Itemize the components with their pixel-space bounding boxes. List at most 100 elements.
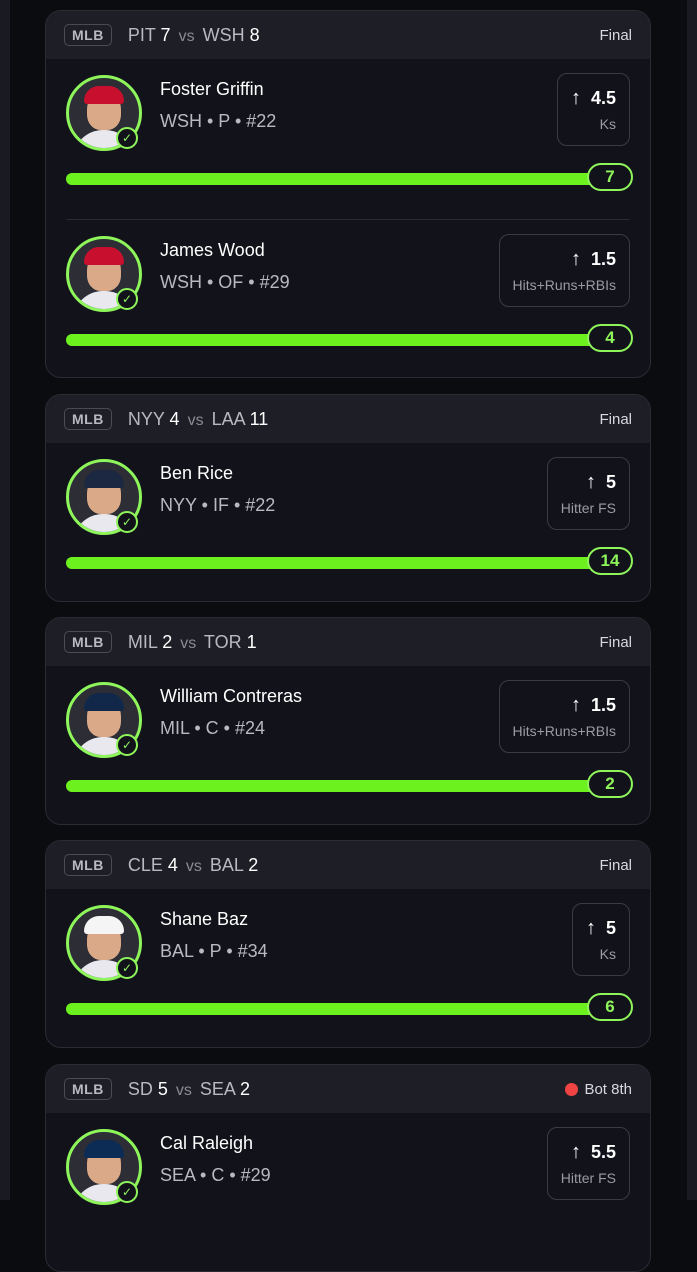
player-meta: NYY • IF • #22	[160, 495, 276, 515]
right-edge-strip	[687, 0, 697, 1200]
matchup: SD 5 vs SEA 2	[128, 1079, 250, 1100]
vs-label: vs	[178, 27, 195, 45]
away-team: NYY	[127, 408, 165, 429]
player-prop-row[interactable]: ✓ William Contreras MIL • C • #24 ↑ 1.5 …	[46, 666, 650, 824]
home-team: WSH	[202, 24, 245, 45]
game-header: MLB CLE 4 vs BAL 2 Final	[46, 841, 650, 889]
avatar-cap-shape	[84, 916, 124, 934]
matchup: CLE 4 vs BAL 2	[128, 855, 258, 876]
away-team: MIL	[127, 631, 158, 652]
progress-track	[66, 334, 630, 346]
prop-stat-type: Hits+Runs+RBIs	[512, 277, 616, 293]
checkmark-icon: ✓	[116, 127, 138, 149]
game-status: Bot 8th	[565, 1081, 632, 1098]
player-meta: BAL • P • #34	[160, 941, 268, 961]
player-prop-row[interactable]: ✓ Shane Baz BAL • P • #34 ↑ 5 Ks 6	[46, 889, 650, 1047]
player-prop-row[interactable]: ✓ Foster Griffin WSH • P • #22 ↑ 4.5 Ks …	[46, 59, 650, 219]
away-team: SD	[127, 1078, 153, 1099]
vs-label: vs	[180, 634, 197, 652]
progress-fill	[66, 334, 630, 346]
game-card[interactable]: MLB SD 5 vs SEA 2 Bot 8th ✓ Cal Raleigh	[45, 1064, 651, 1272]
game-header: MLB NYY 4 vs LAA 11 Final	[46, 395, 650, 443]
game-card[interactable]: MLB PIT 7 vs WSH 8 Final ✓ Foster Griffi…	[45, 10, 651, 378]
game-header: MLB SD 5 vs SEA 2 Bot 8th	[46, 1065, 650, 1113]
progress-fill	[66, 173, 630, 185]
vs-label: vs	[185, 857, 202, 875]
player-list: ✓ Cal Raleigh SEA • C • #29 ↑ 5.5 Hitter…	[46, 1113, 650, 1271]
game-status-text: Final	[599, 26, 632, 44]
prop-line-box: ↑ 5.5 Hitter FS	[546, 1127, 630, 1200]
prop-line-value: 5	[605, 918, 616, 938]
player-meta: SEA • C • #29	[160, 1165, 271, 1185]
home-team: BAL	[209, 854, 244, 875]
prop-stat-type: Hits+Runs+RBIs	[512, 723, 616, 739]
prop-line-value: 5.5	[590, 1142, 616, 1162]
player-name: Shane Baz	[160, 909, 249, 929]
game-card[interactable]: MLB CLE 4 vs BAL 2 Final ✓ Shane Baz BAL…	[45, 840, 651, 1048]
left-edge-strip	[0, 0, 10, 1200]
arrow-up-icon: ↑	[570, 1141, 581, 1163]
player-name: Ben Rice	[160, 463, 234, 483]
prop-line-box: ↑ 1.5 Hits+Runs+RBIs	[498, 680, 630, 753]
game-header: MLB PIT 7 vs WSH 8 Final	[46, 11, 650, 59]
game-card[interactable]: MLB MIL 2 vs TOR 1 Final ✓ William Contr…	[45, 617, 651, 825]
game-header: MLB MIL 2 vs TOR 1 Final	[46, 618, 650, 666]
result-value-pill: 6	[587, 993, 633, 1021]
game-status-text: Final	[599, 410, 632, 428]
prop-line-box: ↑ 4.5 Ks	[556, 73, 630, 146]
player-meta: MIL • C • #24	[160, 718, 265, 738]
matchup: MIL 2 vs TOR 1	[128, 632, 257, 653]
league-badge: MLB	[64, 1078, 112, 1100]
away-score: 4	[169, 408, 180, 429]
prop-line-value: 4.5	[590, 88, 616, 108]
away-score: 2	[162, 631, 173, 652]
home-score: 8	[249, 24, 260, 45]
checkmark-icon: ✓	[116, 288, 138, 310]
progress-track	[66, 173, 630, 185]
league-badge: MLB	[64, 24, 112, 46]
player-list: ✓ Shane Baz BAL • P • #34 ↑ 5 Ks 6	[46, 889, 650, 1047]
player-list: ✓ Foster Griffin WSH • P • #22 ↑ 4.5 Ks …	[46, 59, 650, 377]
game-status: Final	[599, 634, 632, 651]
checkmark-icon: ✓	[116, 511, 138, 533]
live-indicator-icon	[565, 1082, 579, 1096]
game-status: Final	[599, 27, 632, 44]
away-score: 4	[167, 854, 178, 875]
checkmark-icon: ✓	[116, 734, 138, 756]
prop-line-value: 1.5	[590, 249, 616, 269]
game-status: Final	[599, 411, 632, 428]
progress-track	[66, 557, 630, 569]
avatar-cap-shape	[84, 1140, 124, 1158]
vs-label: vs	[175, 1081, 192, 1099]
progress-track	[66, 1003, 630, 1015]
prop-line-box: ↑ 1.5 Hits+Runs+RBIs	[498, 234, 630, 307]
progress-fill	[66, 557, 630, 569]
player-name: Foster Griffin	[160, 79, 264, 99]
player-meta: WSH • P • #22	[160, 111, 277, 131]
result-value-pill: 2	[587, 770, 633, 798]
game-status: Final	[599, 857, 632, 874]
player-prop-row[interactable]: ✓ James Wood WSH • OF • #29 ↑ 1.5 Hits+R…	[66, 219, 633, 377]
avatar-cap-shape	[84, 470, 124, 488]
result-value-pill: 7	[587, 163, 633, 191]
home-score: 1	[246, 631, 257, 652]
progress-fill	[66, 1003, 630, 1015]
game-status-text: Final	[599, 856, 632, 874]
prop-stat-type: Ks	[599, 116, 616, 132]
game-status-text: Bot 8th	[584, 1080, 632, 1098]
arrow-up-icon: ↑	[585, 471, 596, 493]
prop-line-value: 5	[605, 472, 616, 492]
arrow-up-icon: ↑	[570, 694, 581, 716]
away-team: CLE	[127, 854, 163, 875]
away-team: PIT	[127, 24, 156, 45]
player-prop-row[interactable]: ✓ Cal Raleigh SEA • C • #29 ↑ 5.5 Hitter…	[46, 1113, 650, 1271]
avatar-cap-shape	[84, 86, 124, 104]
player-prop-row[interactable]: ✓ Ben Rice NYY • IF • #22 ↑ 5 Hitter FS …	[46, 443, 650, 601]
home-score: 2	[239, 1078, 250, 1099]
vs-label: vs	[187, 411, 204, 429]
game-card[interactable]: MLB NYY 4 vs LAA 11 Final ✓ Ben Rice NYY…	[45, 394, 651, 602]
prop-line-box: ↑ 5 Ks	[571, 903, 630, 976]
player-meta: WSH • OF • #29	[160, 272, 290, 292]
home-team: TOR	[203, 631, 242, 652]
player-name: William Contreras	[160, 686, 303, 706]
